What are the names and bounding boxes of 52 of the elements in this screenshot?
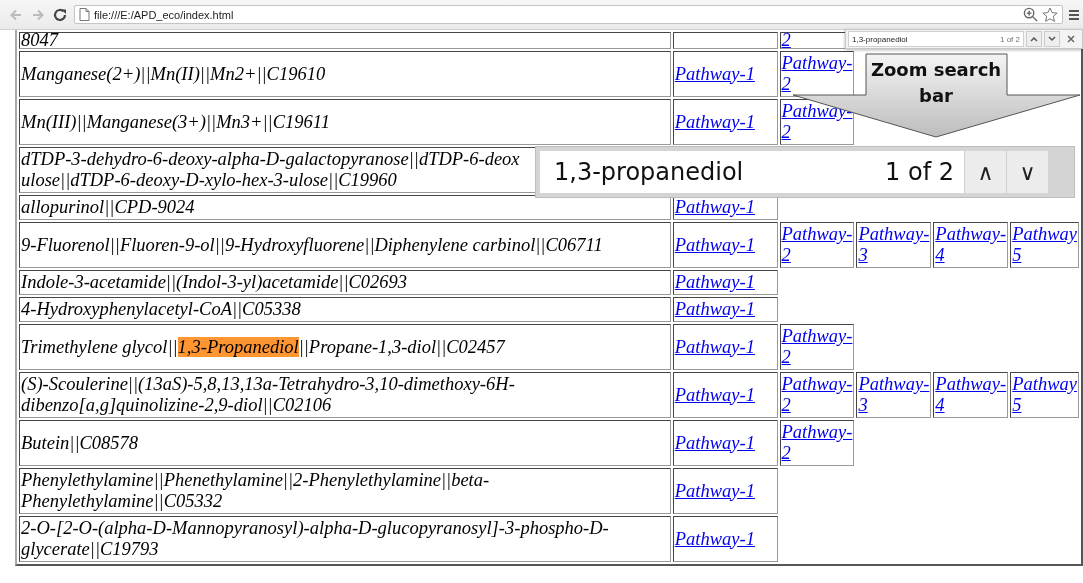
pathway-link[interactable]: Pathway-2 <box>781 224 853 266</box>
chevron-down-icon <box>1048 36 1056 42</box>
previous-match-button[interactable]: ∧ <box>964 151 1006 193</box>
callout-text: Zoom search bar <box>869 58 1003 108</box>
compound-name: Mn(III)||Manganese(3+)||Mn3+||C19611 <box>21 111 330 132</box>
find-field[interactable]: 1,3-propanediol 1 of 2 <box>540 151 964 193</box>
previous-match-button[interactable] <box>1026 31 1042 47</box>
pathway-link[interactable]: Pathway-1 <box>674 272 755 293</box>
pathway-link[interactable]: Pathway-3 <box>858 224 930 266</box>
pathway-link[interactable]: Pathway-3 <box>858 374 930 416</box>
pathway-link[interactable]: Pathway-1 <box>674 480 755 502</box>
compound-name: Butein||C08578 <box>21 432 139 453</box>
pathway-link[interactable]: Pathway-1 <box>674 197 755 218</box>
address-bar[interactable]: file:///E:/APD_eco/index.html <box>74 5 1063 24</box>
url-text: file:///E:/APD_eco/index.html <box>94 8 234 21</box>
page-icon <box>79 8 90 21</box>
next-match-button[interactable]: ∨ <box>1006 151 1048 193</box>
pathway-link[interactable]: Pathway-1 <box>674 384 755 406</box>
compound-name: 9-Fluorenol||Fluoren-9-ol||9-Hydroxyfluorene||Diphenylene carbinol||C06711 <box>21 234 603 255</box>
compound-name: allopurinol||CPD-9024 <box>21 197 195 217</box>
compound-name: 8047 <box>21 30 58 50</box>
pathway-link[interactable]: Pathway-1 <box>674 528 755 550</box>
pathway-link[interactable]: Pathway-1 <box>674 299 755 320</box>
pathway-link[interactable]: Pathway-1 <box>674 234 755 256</box>
pathway-link[interactable]: Pathway-2 <box>781 374 853 416</box>
pathway-link[interactable]: Pathway-4 <box>935 224 1007 266</box>
next-match-button[interactable] <box>1044 31 1060 47</box>
pathway-link[interactable]: Pathway 5 <box>1012 374 1077 416</box>
close-icon[interactable] <box>1066 34 1076 44</box>
compound-name: Phenylethylamine||Phenethylamine||2-Phenylethylamine||beta- Phenylethylamine||C05332 <box>21 470 490 511</box>
star-icon[interactable] <box>1042 6 1058 23</box>
zoom-icon[interactable] <box>1023 7 1038 22</box>
compound-name: Indole-3-acetamide||(Indol-3-yl)acetamide||C02693 <box>21 272 408 292</box>
compound-name: 4-Hydroxyphenylacetyl-CoA||C05338 <box>21 299 301 319</box>
pathway-link[interactable]: Pathway-2 <box>781 422 853 464</box>
find-field[interactable]: 1,3-propanediol 1 of 2 <box>848 31 1024 47</box>
pathway-link[interactable]: Pathway-1 <box>674 111 755 133</box>
pathway-link[interactable]: 2 <box>781 33 791 48</box>
compound-name: Manganese(2+)||Mn(II)||Mn2+||C19610 <box>21 63 326 84</box>
pathway-link[interactable]: Pathway-1 <box>674 432 755 454</box>
pathway-link[interactable]: Pathway 5 <box>1012 224 1077 266</box>
compound-name: dTDP-3-dehydro-6-deoxy-alpha-D-galactopyranose||dTDP-6-deox ulose||dTDP-6-deoxy-D-xylo-hex-3-ulose||C19960 <box>21 149 520 190</box>
reload-icon[interactable] <box>52 6 68 23</box>
pathway-link[interactable]: Pathway-1 <box>674 336 755 358</box>
compound-name: (S)-Scoulerine||(13aS)-5,8,13,13a-Tetrahydro-3,10-dimethoxy-6H- dibenzo[a,g]quinolizine-2,9-diol||C02106 <box>21 374 515 415</box>
chevron-up-icon <box>1030 36 1038 42</box>
pathway-link[interactable]: Pathway-4 <box>935 374 1007 416</box>
compound-name: 2-O-[2-O-(alpha-D-Mannopyranosyl)-alpha-D-glucopyranosyl]-3-phospho-D- glycerate||C19793 <box>21 518 609 559</box>
pathway-link[interactable]: Pathway-1 <box>674 63 755 85</box>
pathway-link[interactable]: Pathway-2 <box>781 326 853 368</box>
menu-icon[interactable] <box>1069 7 1079 22</box>
compound-name: Trimethylene glycol||1,3-Propanediol||Propane-1,3-diol||C02457 <box>21 336 505 357</box>
